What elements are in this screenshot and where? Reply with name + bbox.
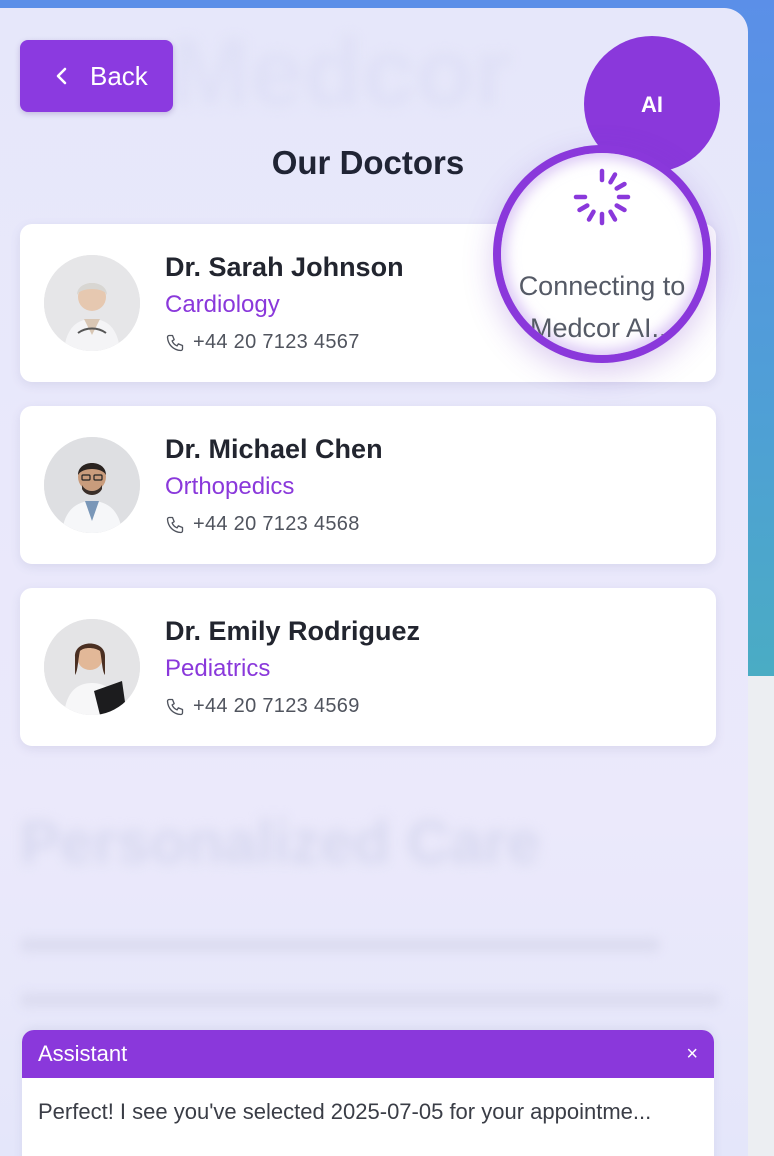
doctor-specialty: Orthopedics — [165, 473, 295, 500]
chevron-left-icon — [56, 67, 67, 85]
phone-icon — [166, 516, 184, 533]
back-button[interactable]: Back — [20, 40, 173, 112]
background-line — [20, 993, 720, 1007]
ai-connecting-overlay: Connecting to Medcor AI... — [501, 153, 703, 355]
assistant-message: Perfect! I see you've selected 2025-07-0… — [38, 1099, 652, 1124]
doctor-phone[interactable]: +44 20 7123 4567 — [165, 331, 360, 354]
doctor-name: Dr. Michael Chen — [165, 434, 383, 464]
back-button-label: Back — [90, 60, 148, 91]
doctor-avatar — [44, 619, 140, 715]
doctor-name: Dr. Emily Rodriguez — [165, 616, 421, 646]
assistant-title: Assistant — [38, 1041, 128, 1066]
background-line — [20, 938, 660, 952]
close-icon[interactable]: × — [686, 1043, 698, 1066]
doctor-avatar — [44, 437, 140, 533]
phone-icon — [166, 334, 184, 351]
doctor-specialty: Pediatrics — [165, 655, 271, 682]
doctor-phone-number: +44 20 7123 4568 — [193, 513, 360, 535]
connecting-status-line2: Medcor AI... — [529, 313, 675, 343]
doctor-phone-number: +44 20 7123 4567 — [193, 331, 360, 353]
doctors-panel: Medcor Personalized Care Back Our Doctor… — [0, 8, 748, 1156]
doctor-specialty: Cardiology — [165, 291, 280, 318]
connecting-status-line1: Connecting to — [518, 271, 686, 301]
doctor-card[interactable]: Dr. Emily Rodriguez Pediatrics +44 20 71… — [20, 588, 716, 746]
phone-icon — [166, 698, 184, 715]
background-heading: Personalized Care — [20, 809, 541, 876]
doctor-card[interactable]: Dr. Michael Chen Orthopedics +44 20 7123… — [20, 406, 716, 564]
doctor-phone[interactable]: +44 20 7123 4568 — [165, 513, 360, 536]
doctor-phone-number: +44 20 7123 4569 — [193, 695, 360, 717]
doctor-phone[interactable]: +44 20 7123 4569 — [165, 695, 360, 718]
doctor-avatar — [44, 255, 140, 351]
assistant-chat-panel: Assistant × Perfect! I see you've select… — [22, 1030, 714, 1156]
spinner-icon — [573, 168, 631, 226]
ai-button-label: AI — [641, 92, 663, 117]
doctor-name: Dr. Sarah Johnson — [165, 252, 404, 282]
background-watermark: Medcor — [170, 19, 512, 126]
assistant-header: Assistant × — [22, 1030, 714, 1078]
